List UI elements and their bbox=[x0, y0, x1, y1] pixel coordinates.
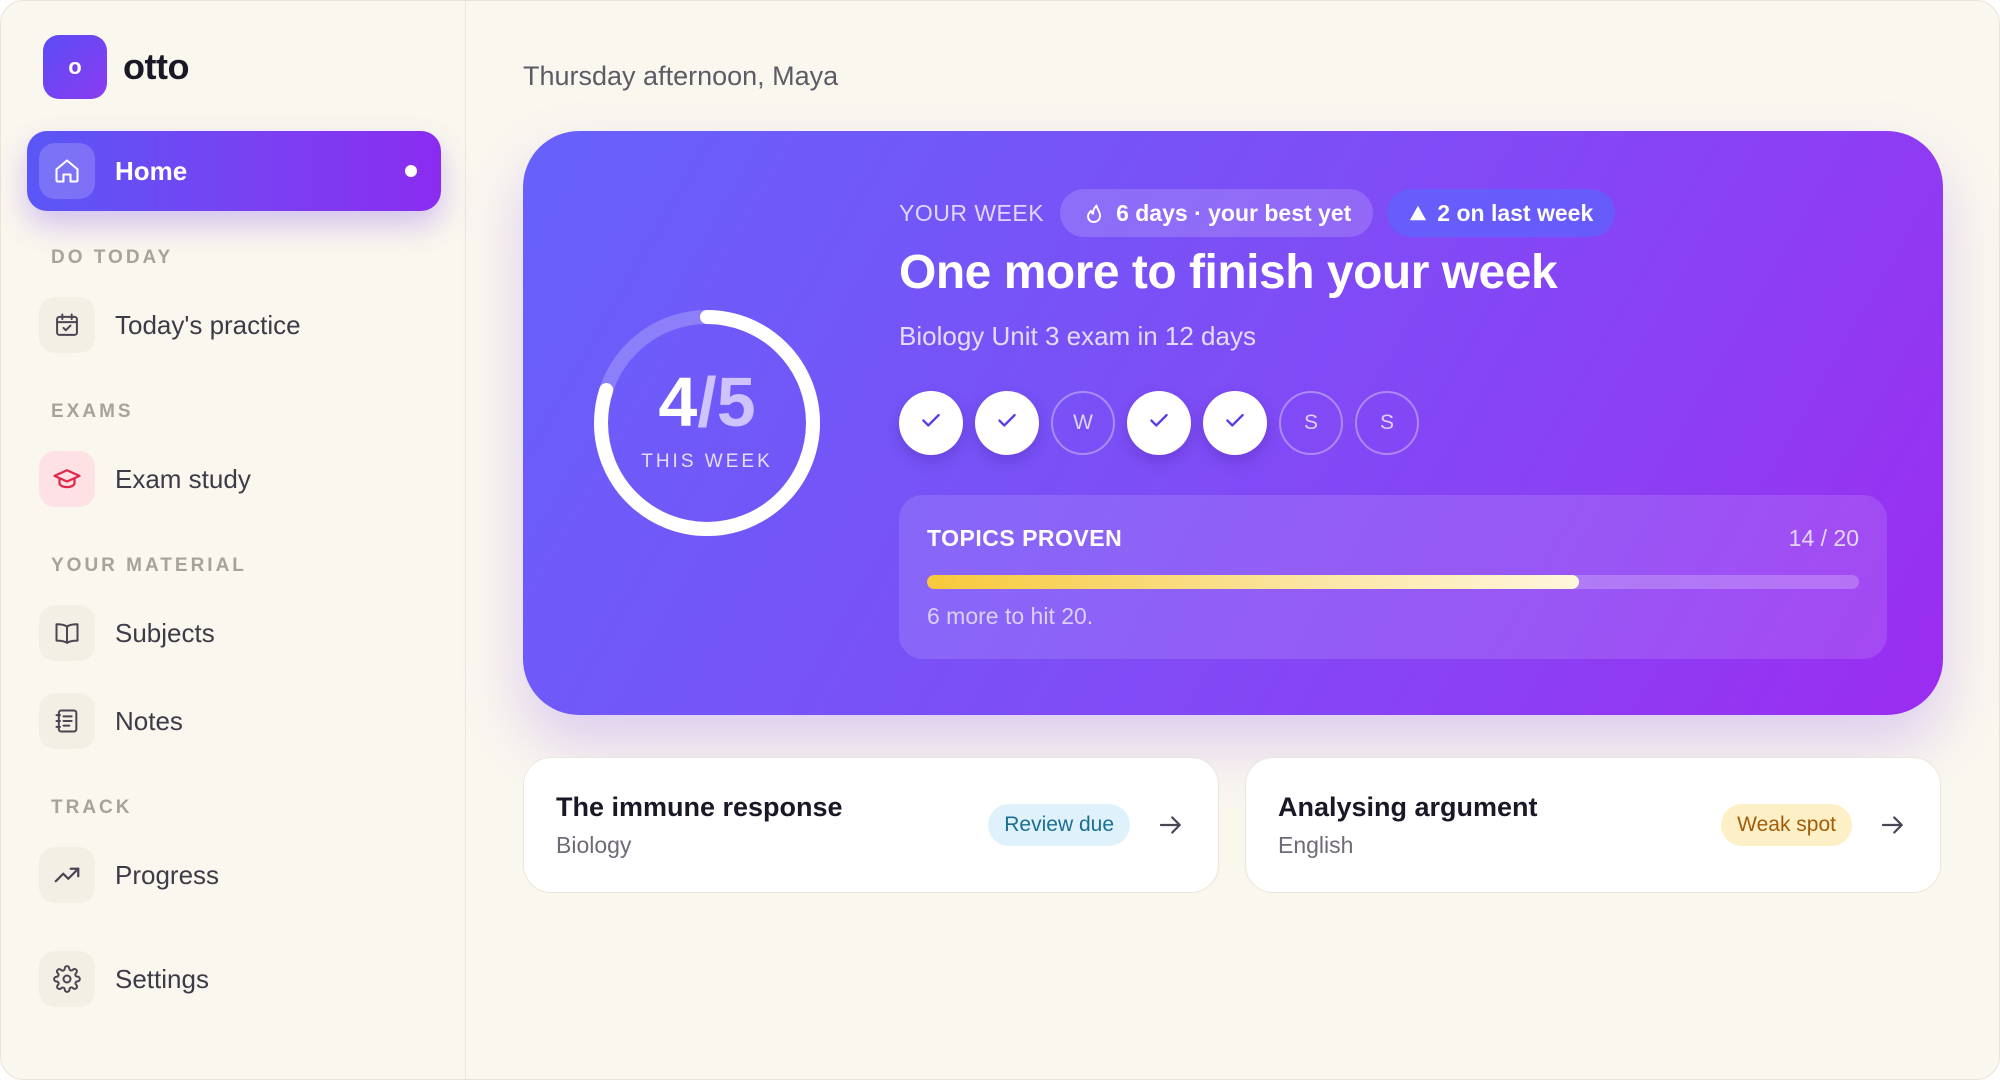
app-window: o otto Home DO TODAY Today's practice EX… bbox=[0, 0, 2000, 1080]
check-icon bbox=[918, 407, 944, 439]
app-logo[interactable]: o otto bbox=[43, 35, 189, 99]
sidebar-item-label: Subjects bbox=[115, 617, 215, 648]
sidebar: o otto Home DO TODAY Today's practice EX… bbox=[1, 1, 466, 1079]
section-label-track: TRACK bbox=[51, 797, 133, 818]
weekly-progress-card: 4/5 THIS WEEK YOUR WEEK 6 days · your be… bbox=[523, 131, 1943, 715]
ring-label: THIS WEEK bbox=[641, 451, 773, 472]
weekday-done bbox=[1203, 391, 1267, 455]
topics-proven-panel: TOPICS PROVEN 14 / 20 6 more to hit 20. bbox=[899, 495, 1887, 659]
sidebar-item-label: Today's practice bbox=[115, 309, 301, 340]
weekday-todo: S bbox=[1279, 391, 1343, 455]
weekday-letter: W bbox=[1073, 411, 1093, 434]
ring-count: 4/5 bbox=[658, 363, 756, 441]
topics-label: TOPICS PROVEN bbox=[927, 525, 1123, 551]
greeting: Thursday afternoon, Maya bbox=[523, 61, 839, 91]
topics-count: 14 / 20 bbox=[1788, 525, 1859, 551]
card-title: The immune response bbox=[556, 792, 843, 822]
card-subject: English bbox=[1278, 832, 1354, 858]
sidebar-item-notes[interactable]: Notes bbox=[27, 681, 441, 761]
week-header: YOUR WEEK 6 days · your best yet 2 on la… bbox=[899, 189, 1616, 237]
app-name: otto bbox=[123, 46, 189, 87]
section-label-exams: EXAMS bbox=[51, 401, 134, 422]
section-label-your-material: YOUR MATERIAL bbox=[51, 555, 247, 576]
card-title: Analysing argument bbox=[1278, 792, 1538, 822]
sidebar-item-settings[interactable]: Settings bbox=[27, 939, 441, 1019]
graduation-cap-icon bbox=[39, 451, 95, 507]
logo-mark: o bbox=[43, 35, 107, 99]
sidebar-item-subjects[interactable]: Subjects bbox=[27, 593, 441, 673]
notes-icon bbox=[39, 693, 95, 749]
sidebar-item-label: Settings bbox=[115, 963, 209, 994]
streak-pill: 6 days · your best yet bbox=[1060, 189, 1374, 237]
sidebar-item-exam-study[interactable]: Exam study bbox=[27, 439, 441, 519]
triangle-up-icon bbox=[1409, 204, 1427, 222]
sidebar-item-label: Home bbox=[115, 155, 188, 186]
streak-text: 6 days · your best yet bbox=[1116, 199, 1352, 226]
weekday-done bbox=[975, 391, 1039, 455]
flame-icon bbox=[1082, 201, 1106, 225]
weekday-letter: S bbox=[1303, 411, 1318, 434]
status-badge: Review due bbox=[988, 804, 1130, 846]
weekday-done bbox=[1127, 391, 1191, 455]
weekday-todo: W bbox=[1051, 391, 1115, 455]
delta-text: 2 on last week bbox=[1437, 199, 1594, 226]
weekly-progress-ring: 4/5 THIS WEEK bbox=[587, 303, 827, 543]
delta-pill: 2 on last week bbox=[1387, 189, 1616, 237]
sidebar-item-home[interactable]: Home bbox=[27, 131, 441, 211]
home-icon bbox=[39, 143, 95, 199]
calendar-check-icon bbox=[39, 297, 95, 353]
book-icon bbox=[39, 605, 95, 661]
week-label: YOUR WEEK bbox=[899, 199, 1045, 226]
topics-note: 6 more to hit 20. bbox=[927, 603, 1094, 629]
sidebar-item-label: Notes bbox=[115, 705, 183, 736]
sidebar-item-label: Progress bbox=[115, 859, 220, 890]
arrow-right-icon[interactable] bbox=[1878, 810, 1908, 840]
active-indicator-dot bbox=[405, 165, 417, 177]
topic-card-analysing-argument[interactable]: Analysing argument English Weak spot bbox=[1245, 757, 1941, 893]
gear-icon bbox=[39, 951, 95, 1007]
topics-progress-fill bbox=[927, 575, 1580, 589]
hero-title: One more to finish your week bbox=[899, 246, 1558, 299]
topic-card-immune-response[interactable]: The immune response Biology Review due bbox=[523, 757, 1219, 893]
section-label-do-today: DO TODAY bbox=[51, 247, 174, 268]
weekday-letter: S bbox=[1379, 411, 1394, 434]
hero-subtitle: Biology Unit 3 exam in 12 days bbox=[899, 321, 1256, 351]
check-icon bbox=[1222, 407, 1248, 439]
ring-center: 4/5 THIS WEEK bbox=[587, 303, 827, 543]
weekday-tracker: WSS bbox=[899, 391, 1431, 455]
check-icon bbox=[1146, 407, 1172, 439]
topics-progress-bar bbox=[927, 575, 1859, 589]
sidebar-item-progress[interactable]: Progress bbox=[27, 835, 441, 915]
card-subject: Biology bbox=[556, 832, 632, 858]
arrow-right-icon[interactable] bbox=[1156, 810, 1186, 840]
status-badge: Weak spot bbox=[1721, 804, 1852, 846]
weekday-done bbox=[899, 391, 963, 455]
sidebar-item-todays-practice[interactable]: Today's practice bbox=[27, 285, 441, 365]
sidebar-item-label: Exam study bbox=[115, 463, 251, 494]
weekday-todo: S bbox=[1355, 391, 1419, 455]
trend-up-icon bbox=[39, 847, 95, 903]
check-icon bbox=[994, 407, 1020, 439]
